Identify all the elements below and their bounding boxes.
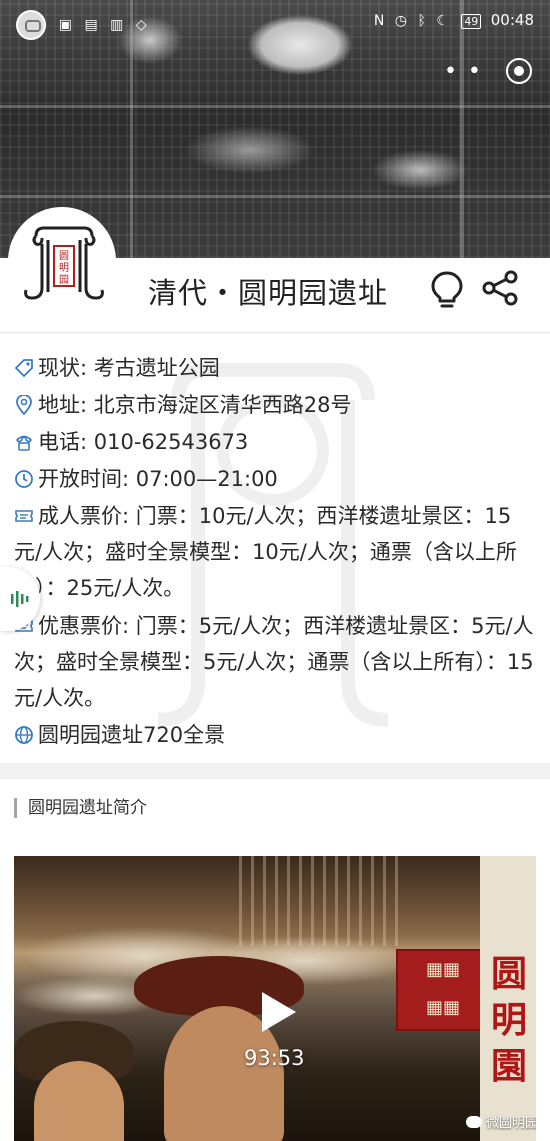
info-address-text: 地址: 北京市海淀区清华西路28号	[38, 393, 352, 417]
page-title: 清代・圆明园遗址	[148, 276, 389, 310]
ticket-icon	[15, 510, 33, 522]
info-hours-text: 开放时间: 07:00—21:00	[38, 467, 278, 491]
audio-wave-icon	[11, 591, 29, 607]
nfc-icon: N	[373, 13, 388, 29]
info-adult-price: 成人票价: 门票：10元/人次；西洋楼遗址景区：15元/人次；盛时全景模型：10…	[14, 498, 534, 606]
app-avatar-icon	[16, 10, 46, 40]
alarm-icon: ◷	[394, 13, 410, 29]
share-icon[interactable]	[480, 270, 520, 306]
bluetooth-icon: ᛒ	[417, 13, 429, 29]
info-address: 地址: 北京市海淀区清华西路28号	[14, 387, 534, 423]
poster-seal: ▦▦ ▦▦	[396, 949, 490, 1031]
section-title: 圆明园遗址简介	[28, 798, 147, 818]
wechat-watermark: 微圆明园	[466, 1112, 536, 1131]
title-row: 清代・圆明园遗址	[0, 258, 550, 332]
section-accent-bar	[14, 798, 17, 818]
battery-icon: 49	[461, 14, 482, 29]
poster-figure-face	[34, 1061, 124, 1141]
location-pin-icon	[16, 395, 32, 415]
globe-icon	[15, 726, 33, 744]
info-discount-price: 优惠票价: 门票：5元/人次；西洋楼遗址景区：5元/人次；盛时全景模型：5元/人…	[14, 608, 534, 716]
info-status: 现状: 考古遗址公园	[14, 350, 534, 386]
locate-target-icon[interactable]	[506, 58, 532, 84]
banner-actions: • •	[444, 58, 532, 84]
video-player[interactable]: ▦▦ ▦▦ 圆明園 93:53 微圆明园	[14, 856, 536, 1141]
poster-title: 圆明園	[490, 954, 527, 1087]
wechat-watermark-text: 微圆明园	[486, 1116, 536, 1131]
clock-icon	[15, 470, 33, 488]
phone-icon	[16, 435, 32, 451]
info-hours: 开放时间: 07:00—21:00	[14, 461, 534, 497]
info-status-text: 现状: 考古遗址公园	[38, 356, 220, 380]
info-adult-price-text: 成人票价: 门票：10元/人次；西洋楼遗址景区：15元/人次；盛时全景模型：10…	[14, 504, 517, 600]
status-time: 00:48	[490, 11, 534, 29]
status-bar: ▣ ▤ ▥ ◇ N ◷ ᛒ ☾ 49 00:48	[0, 0, 550, 40]
panorama-link-text[interactable]: 圆明园遗址720全景	[38, 723, 225, 747]
play-icon[interactable]	[258, 990, 298, 1034]
moon-icon: ☾	[436, 13, 452, 29]
info-phone-text[interactable]: 电话: 010-62543673	[38, 430, 248, 454]
info-phone[interactable]: 电话: 010-62543673	[14, 424, 534, 460]
wechat-icon	[466, 1116, 482, 1128]
video-duration: 93:53	[244, 1046, 305, 1070]
section-gap	[0, 763, 550, 779]
poster-text-columns	[239, 856, 399, 946]
info-discount-price-text: 优惠票价: 门票：5元/人次；西洋楼遗址景区：5元/人次；盛时全景模型：5元/人…	[14, 614, 534, 710]
info-panorama-link[interactable]: 圆明园遗址720全景	[14, 717, 534, 753]
more-dots-icon[interactable]: • •	[444, 59, 483, 84]
info-list: 现状: 考古遗址公园 地址: 北京市海淀区清华西路28号 电话: 010-625…	[0, 340, 550, 760]
lightbulb-icon[interactable]	[430, 270, 464, 310]
header-divider	[0, 332, 550, 333]
map-road	[0, 105, 550, 108]
tag-icon	[15, 359, 33, 377]
map-road	[0, 195, 550, 198]
notification-icons: ▣ ▤ ▥ ◇	[58, 17, 151, 33]
